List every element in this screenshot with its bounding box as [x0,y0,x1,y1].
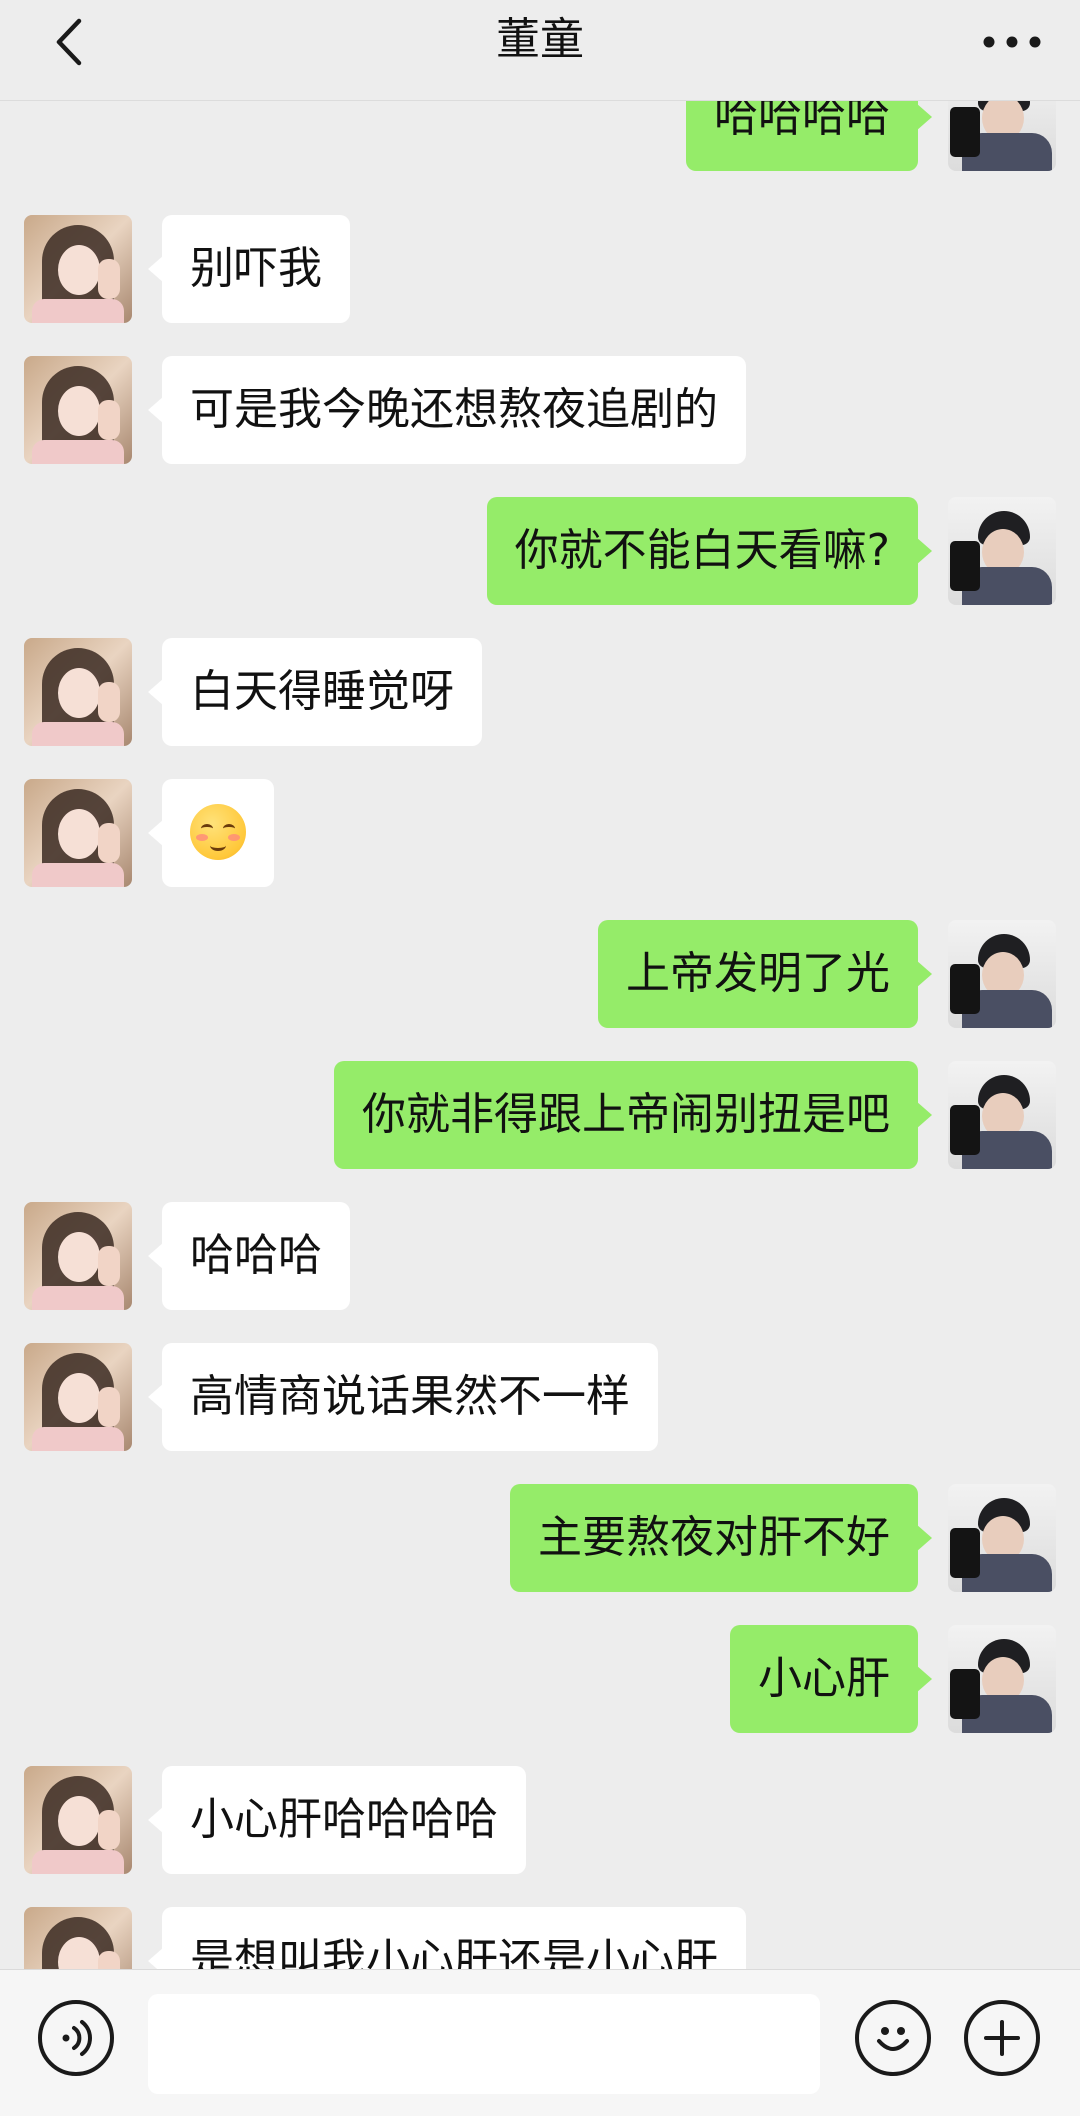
user-avatar[interactable] [948,1061,1056,1169]
sent-message-bubble[interactable]: 上帝发明了光 [598,920,932,1028]
sent-message-bubble[interactable]: 你就不能白天看嘛? [486,497,933,605]
received-message-bubble[interactable]: 可是我今晚还想熬夜追剧的 [148,356,746,464]
message-row: 别吓我 [0,215,1080,323]
message-row: 哈哈哈哈 [0,101,1080,171]
user-avatar[interactable] [948,497,1056,605]
sent-message-bubble[interactable]: 小心肝 [730,1625,932,1733]
sent-message-bubble[interactable]: 你就非得跟上帝闹别扭是吧 [334,1061,932,1169]
emoji-button[interactable] [855,2000,931,2076]
message-row [0,779,1080,887]
user-avatar[interactable] [948,920,1056,1028]
message-row: 是想叫我小心肝还是小心肝 [0,1907,1080,1969]
received-message-bubble[interactable] [148,779,274,887]
voice-button[interactable] [38,2000,114,2076]
message-row: 上帝发明了光 [0,920,1080,1028]
user-avatar[interactable] [948,1625,1056,1733]
contact-avatar[interactable] [24,1766,132,1874]
sent-message-bubble[interactable]: 主要熬夜对肝不好 [510,1484,932,1592]
received-message-bubble[interactable]: 白天得睡觉呀 [148,638,482,746]
message-row: 哈哈哈 [0,1202,1080,1310]
message-row: 小心肝 [0,1625,1080,1733]
back-button[interactable] [38,12,98,72]
message-input[interactable] [148,1994,820,2094]
message-row: 白天得睡觉呀 [0,638,1080,746]
contact-avatar[interactable] [24,1343,132,1451]
contact-avatar[interactable] [24,638,132,746]
smiling-face-with-blush-emoji [190,804,246,860]
message-row: 可是我今晚还想熬夜追剧的 [0,356,1080,464]
contact-avatar[interactable] [24,1202,132,1310]
voice-icon [62,2020,92,2056]
input-toolbar [0,1969,1080,2116]
received-message-bubble[interactable]: 哈哈哈 [148,1202,350,1310]
received-message-bubble[interactable]: 高情商说话果然不一样 [148,1343,658,1451]
user-avatar[interactable] [948,101,1056,171]
plus-button[interactable] [964,2000,1040,2076]
chat-title: 董童 [496,14,584,65]
message-row: 小心肝哈哈哈哈 [0,1766,1080,1874]
contact-avatar[interactable] [24,356,132,464]
message-list[interactable]: 哈哈哈哈 别吓我 可是我今晚还想熬夜追剧的 你就不能白天看嘛? 白天得睡觉呀 上… [0,101,1080,1969]
message-row: 主要熬夜对肝不好 [0,1484,1080,1592]
sent-message-bubble[interactable]: 哈哈哈哈 [686,101,932,171]
message-row: 你就不能白天看嘛? [0,497,1080,605]
received-message-bubble[interactable]: 别吓我 [148,215,350,323]
chevron-left-icon [56,18,82,66]
message-row: 高情商说话果然不一样 [0,1343,1080,1451]
more-button[interactable] [972,12,1052,72]
received-message-bubble[interactable]: 是想叫我小心肝还是小心肝 [148,1907,746,1969]
chat-header: 董童 [0,0,1080,101]
user-avatar[interactable] [948,1484,1056,1592]
plus-icon [984,2020,1020,2056]
message-row: 你就非得跟上帝闹别扭是吧 [0,1061,1080,1169]
received-message-bubble[interactable]: 小心肝哈哈哈哈 [148,1766,526,1874]
contact-avatar[interactable] [24,215,132,323]
emoji-icon [877,2027,909,2051]
contact-avatar[interactable] [24,1907,132,1969]
more-dots-icon [983,36,1041,48]
contact-avatar[interactable] [24,779,132,887]
